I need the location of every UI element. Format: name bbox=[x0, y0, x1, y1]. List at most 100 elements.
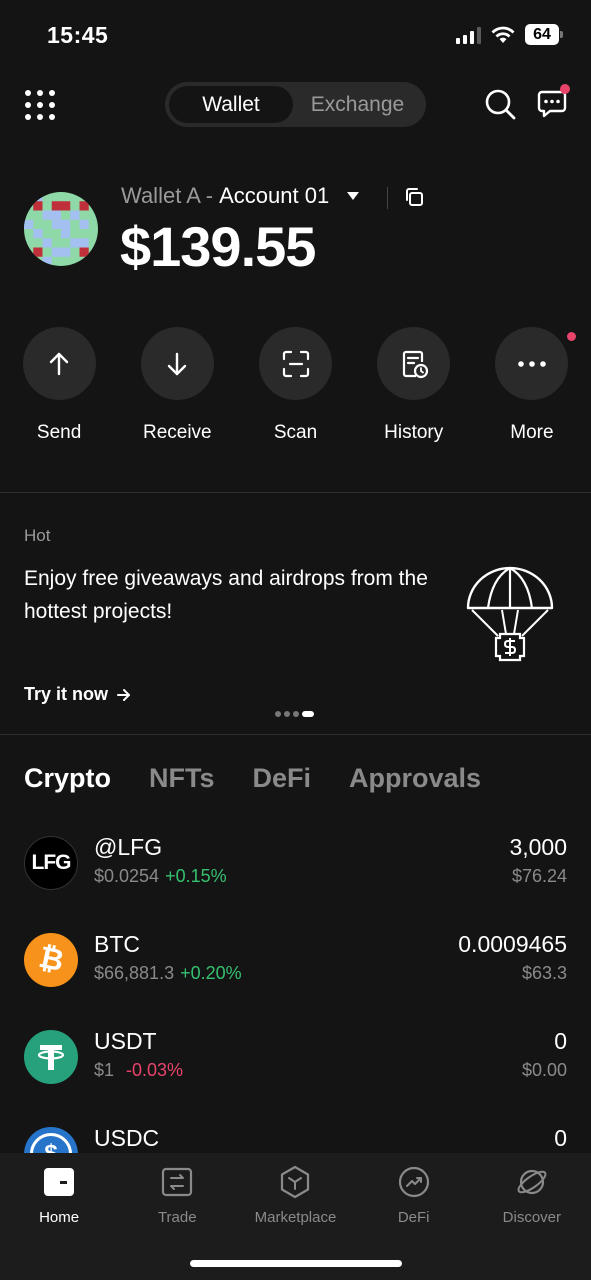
nav-discover-label: Discover bbox=[502, 1209, 562, 1226]
section-divider bbox=[0, 734, 591, 735]
token-value: $63.3 bbox=[521, 963, 567, 983]
total-balance: $139.55 bbox=[120, 215, 316, 278]
token-value: $76.24 bbox=[511, 866, 567, 886]
grid-menu-icon[interactable] bbox=[25, 90, 55, 120]
discover-icon bbox=[517, 1169, 547, 1195]
wallet-exchange-switch: Wallet Exchange bbox=[165, 82, 426, 127]
home-indicator bbox=[190, 1260, 402, 1267]
history-icon bbox=[402, 350, 428, 378]
tab-approvals[interactable]: Approvals bbox=[349, 763, 481, 794]
asset-tabs: Crypto NFTs DeFi Approvals bbox=[24, 763, 481, 794]
token-price: $0.0254 bbox=[94, 866, 160, 886]
tab-exchange[interactable]: Exchange bbox=[293, 86, 422, 123]
arrow-down-icon bbox=[168, 352, 187, 375]
history-label: History bbox=[384, 422, 444, 443]
token-change: +0.15% bbox=[165, 866, 227, 886]
carousel-indicator bbox=[275, 711, 314, 717]
tab-defi[interactable]: DeFi bbox=[253, 763, 312, 794]
notification-dot bbox=[567, 332, 577, 341]
token-symbol: BTC bbox=[94, 931, 140, 957]
usdc-icon: $ bbox=[24, 1127, 78, 1153]
more-button[interactable]: More bbox=[473, 327, 591, 444]
wifi-icon bbox=[491, 26, 515, 43]
btc-icon: ₿ bbox=[24, 933, 78, 987]
token-symbol: USDC bbox=[94, 1125, 160, 1151]
token-amount: 3,000 bbox=[509, 834, 567, 860]
cellular-signal-icon bbox=[456, 26, 481, 44]
chat-button[interactable] bbox=[536, 84, 570, 125]
avatar-pattern-icon bbox=[24, 192, 98, 266]
home-icon bbox=[44, 1168, 75, 1196]
wallet-name: Wallet A - bbox=[121, 183, 214, 208]
carousel-dot[interactable] bbox=[284, 711, 290, 717]
trade-icon bbox=[162, 1167, 193, 1197]
token-price-line: $1 -0.03% bbox=[94, 1060, 183, 1081]
nav-discover[interactable]: Discover bbox=[473, 1165, 591, 1226]
notification-dot bbox=[560, 84, 570, 94]
hot-label: Hot bbox=[24, 526, 51, 545]
token-price-line: $0.0254 +0.15% bbox=[94, 866, 227, 887]
copy-icon[interactable] bbox=[403, 186, 425, 208]
nav-trade-label: Trade bbox=[157, 1209, 197, 1226]
token-row-btc[interactable]: ₿ BTC $66,881.3 +0.20% 0.0009465 $63.3 bbox=[0, 931, 591, 1028]
history-button[interactable]: History bbox=[355, 327, 473, 444]
more-icon bbox=[518, 360, 546, 367]
battery-level: 64 bbox=[525, 24, 559, 45]
marketplace-icon bbox=[281, 1165, 310, 1199]
lfg-icon: LFG bbox=[24, 836, 78, 890]
token-price: $1 bbox=[94, 1060, 115, 1080]
token-price: $66,881.3 bbox=[94, 963, 175, 983]
status-time: 15:45 bbox=[47, 22, 109, 48]
battery-icon: 64 bbox=[525, 24, 563, 45]
nav-marketplace-label: Marketplace bbox=[254, 1209, 337, 1226]
scan-button[interactable]: Scan bbox=[236, 327, 354, 444]
account-name: Account 01 bbox=[219, 183, 330, 208]
caret-down-icon bbox=[347, 192, 360, 200]
defi-icon bbox=[398, 1166, 429, 1198]
tab-nfts[interactable]: NFTs bbox=[149, 763, 215, 794]
try-it-now-link[interactable]: Try it now bbox=[24, 684, 132, 705]
hot-banner-text: Enjoy free giveaways and airdrops from t… bbox=[24, 567, 428, 623]
quick-actions: Send Receive Scan History More bbox=[0, 327, 591, 444]
send-button[interactable]: Send bbox=[0, 327, 118, 444]
token-symbol: @LFG bbox=[94, 834, 163, 860]
more-label: More bbox=[510, 422, 554, 443]
try-it-now-label: Try it now bbox=[24, 684, 109, 704]
nav-home-label: Home bbox=[39, 1209, 80, 1226]
scan-label: Scan bbox=[273, 422, 318, 443]
send-label: Send bbox=[36, 422, 82, 443]
wallet-selector[interactable]: Wallet A - Account 01 bbox=[121, 183, 360, 209]
tab-crypto[interactable]: Crypto bbox=[24, 763, 111, 794]
nav-defi[interactable]: DeFi bbox=[355, 1165, 473, 1226]
token-amount: 0 bbox=[554, 1125, 567, 1151]
token-amount: 0.0009465 bbox=[458, 931, 567, 957]
nav-trade[interactable]: Trade bbox=[118, 1165, 236, 1226]
arrow-right-icon bbox=[117, 688, 131, 701]
search-icon[interactable] bbox=[484, 88, 516, 120]
token-amount: 0 bbox=[554, 1028, 567, 1054]
avatar[interactable] bbox=[24, 192, 98, 266]
nav-defi-label: DeFi bbox=[397, 1209, 430, 1226]
divider bbox=[387, 187, 388, 209]
token-value: $0.00 bbox=[521, 1060, 567, 1080]
tab-wallet[interactable]: Wallet bbox=[169, 86, 293, 123]
token-row-lfg[interactable]: LFG @LFG $0.0254 +0.15% 3,000 $76.24 bbox=[0, 834, 591, 931]
token-price-line: $66,881.3 +0.20% bbox=[94, 963, 242, 984]
arrow-up-icon bbox=[49, 352, 69, 375]
token-row-usdc[interactable]: $ USDC 0 bbox=[0, 1125, 591, 1153]
token-change: +0.20% bbox=[180, 963, 242, 983]
receive-button[interactable]: Receive bbox=[118, 327, 236, 444]
status-icons: 64 bbox=[456, 24, 563, 45]
parachute-airdrop-icon bbox=[466, 566, 554, 662]
usdt-icon bbox=[24, 1030, 78, 1084]
nav-home[interactable]: Home bbox=[0, 1165, 118, 1226]
receive-label: Receive bbox=[142, 422, 212, 443]
section-divider bbox=[0, 492, 591, 493]
token-row-usdt[interactable]: USDT $1 -0.03% 0 $0.00 bbox=[0, 1028, 591, 1125]
carousel-dot-active[interactable] bbox=[302, 711, 314, 717]
carousel-dot[interactable] bbox=[275, 711, 281, 717]
token-symbol: USDT bbox=[94, 1028, 157, 1054]
carousel-dot[interactable] bbox=[293, 711, 299, 717]
nav-marketplace[interactable]: Marketplace bbox=[236, 1165, 354, 1226]
scan-icon bbox=[282, 350, 309, 377]
